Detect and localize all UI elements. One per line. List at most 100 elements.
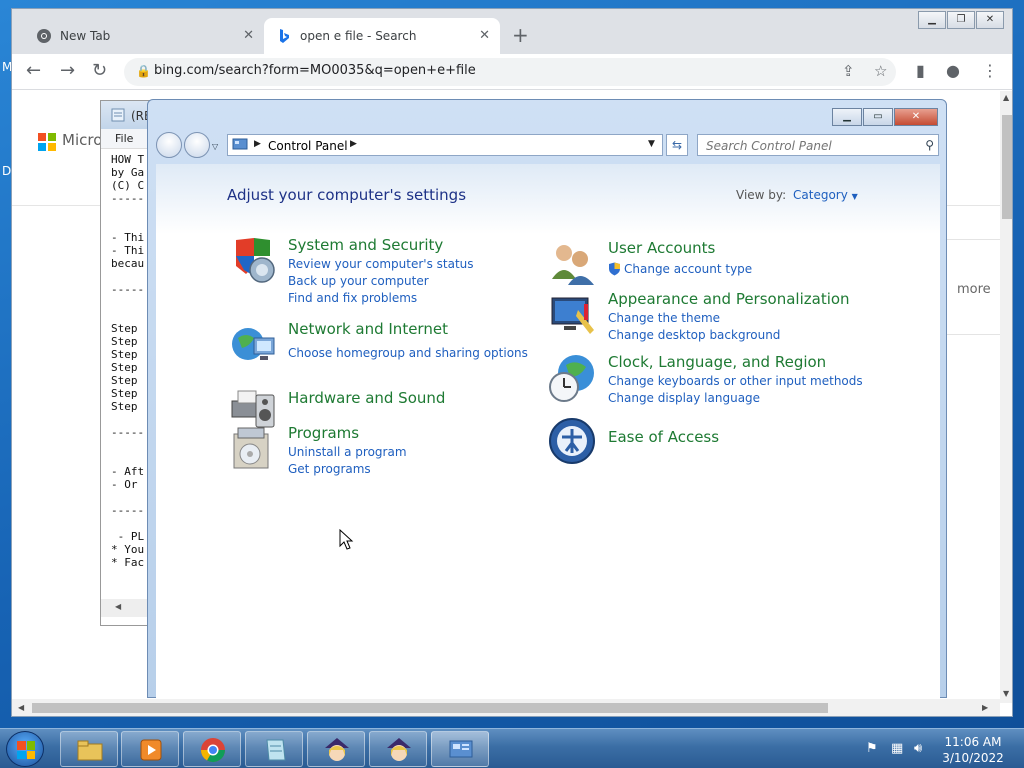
share-icon[interactable]: ⇪ (842, 62, 855, 80)
breadcrumb[interactable]: Control Panel (268, 139, 348, 153)
breadcrumb-arrow-icon[interactable]: ▶ (254, 139, 261, 149)
bing-icon (280, 29, 289, 43)
link-review-status[interactable]: Review your computer's status (288, 257, 474, 271)
programs-box-icon (233, 427, 269, 469)
scroll-left-icon[interactable]: ◀ (18, 703, 24, 712)
address-dropdown-icon[interactable]: ▼ (648, 139, 655, 149)
side-panel-icon[interactable]: ▮ (916, 61, 925, 80)
link-uninstall-program[interactable]: Uninstall a program (288, 445, 407, 459)
category-title[interactable]: Ease of Access (608, 428, 719, 446)
address-bar[interactable]: 🔒 bing.com/search?form=MO0035&q=open+e+f… (124, 58, 896, 86)
restore-button[interactable]: ❐ (947, 11, 975, 29)
tab-search[interactable]: open e file - Search ✕ (264, 18, 500, 54)
scroll-up-icon[interactable]: ▲ (1003, 93, 1009, 102)
close-icon[interactable]: ✕ (479, 28, 490, 43)
more-card[interactable]: more (942, 239, 1000, 335)
view-by-value: Category (793, 188, 848, 202)
view-by-label: View by: (736, 188, 787, 202)
back-arrow-icon[interactable]: ← (26, 60, 41, 81)
minimize-button[interactable]: ▁ (832, 108, 862, 126)
close-button[interactable]: ✕ (976, 11, 1004, 29)
character-avatar-icon (387, 738, 411, 761)
forward-arrow-icon[interactable]: → (60, 60, 75, 81)
close-icon[interactable]: ✕ (243, 28, 254, 43)
network-globe-icon (232, 328, 275, 360)
back-button[interactable] (156, 132, 182, 158)
chrome-icon (37, 29, 51, 43)
taskbar-app-character-2[interactable] (369, 731, 427, 767)
shield-icon (236, 238, 275, 283)
view-by-dropdown[interactable]: Category ▼ (793, 188, 858, 202)
link-change-display-language[interactable]: Change display language (608, 391, 760, 405)
category-title[interactable]: User Accounts (608, 239, 715, 257)
breadcrumb-arrow-icon[interactable]: ▶ (350, 139, 357, 149)
network-icon[interactable]: ▦ (891, 741, 903, 756)
search-box[interactable]: ⚲ (697, 134, 939, 156)
category-title[interactable]: Appearance and Personalization (608, 290, 850, 308)
tab-label: open e file - Search (300, 29, 417, 43)
search-icon[interactable]: ⚲ (925, 138, 934, 152)
notepad-icon (111, 108, 125, 122)
category-title[interactable]: Network and Internet (288, 320, 448, 338)
taskbar-notepad[interactable] (245, 731, 303, 767)
scroll-right-icon[interactable]: ▶ (982, 703, 988, 712)
link-change-desktop-background[interactable]: Change desktop background (608, 328, 780, 342)
category-title[interactable]: Hardware and Sound (288, 389, 445, 407)
refresh-button[interactable]: ⇆ (666, 134, 688, 156)
link-get-programs[interactable]: Get programs (288, 462, 371, 476)
mouse-cursor-icon (339, 529, 354, 550)
scroll-thumb[interactable] (32, 703, 828, 713)
link-change-theme[interactable]: Change the theme (608, 311, 720, 325)
link-find-fix[interactable]: Find and fix problems (288, 291, 417, 305)
monitor-palette-icon (551, 297, 594, 334)
link-change-keyboards[interactable]: Change keyboards or other input methods (608, 374, 863, 388)
clock-date: 3/10/2022 (942, 751, 1004, 765)
profile-avatar-icon[interactable]: ● (946, 61, 960, 80)
link-homegroup[interactable]: Choose homegroup and sharing options (288, 346, 528, 360)
taskbar-media-player[interactable] (121, 731, 179, 767)
taskbar-chrome[interactable] (183, 731, 241, 767)
menu-dots-icon[interactable]: ⋮ (982, 61, 998, 80)
menu-file[interactable]: File (115, 132, 133, 145)
address-bar[interactable]: ▶ Control Panel ▶ ▼ (227, 134, 663, 156)
volume-icon[interactable]: 🔊︎ (914, 741, 922, 756)
forward-button[interactable] (184, 132, 210, 158)
start-button[interactable] (6, 731, 44, 767)
navigation-buttons: ▽ (156, 132, 218, 160)
taskbar-app-character-1[interactable] (307, 731, 365, 767)
link-back-up[interactable]: Back up your computer (288, 274, 429, 288)
maximize-button[interactable]: ▭ (863, 108, 893, 126)
taskbar-control-panel[interactable] (431, 731, 489, 767)
control-panel-icon (449, 740, 473, 758)
taskbar: ⚑ ▦ 🔊︎ 11:06 AM 3/10/2022 (0, 728, 1024, 768)
minimize-button[interactable]: ▁ (918, 11, 946, 29)
action-center-flag-icon[interactable]: ⚑ (866, 741, 878, 756)
category-title[interactable]: Programs (288, 424, 359, 442)
windows-logo-icon (17, 741, 35, 759)
horizontal-scrollbar[interactable]: ◀ ▶ (12, 699, 1000, 716)
link-change-account-type[interactable]: Change account type (624, 262, 752, 276)
recent-pages-chevron-icon[interactable]: ▽ (212, 142, 218, 160)
tab-strip: New Tab ✕ open e file - Search ✕ + ▁ ❐ ✕ (12, 9, 1012, 54)
scroll-thumb[interactable] (1002, 115, 1012, 219)
control-panel-window: ▁ ▭ ✕ ▽ ▶ Control Panel ▶ ▼ ⇆ ⚲ Adjust y… (147, 99, 947, 698)
scroll-left-icon[interactable]: ◀ (115, 602, 121, 611)
new-tab-button[interactable]: + (512, 23, 529, 47)
tab-new-tab[interactable]: New Tab ✕ (24, 18, 264, 54)
scroll-down-icon[interactable]: ▼ (1003, 689, 1009, 698)
url-text: bing.com/search?form=MO0035&q=open+e+fil… (154, 63, 476, 78)
taskbar-explorer[interactable] (60, 731, 118, 767)
vertical-scrollbar[interactable]: ▲ ▼ (1000, 91, 1012, 703)
bookmark-star-icon[interactable]: ☆ (874, 62, 887, 80)
category-title[interactable]: Clock, Language, and Region (608, 353, 826, 371)
uac-shield-icon (609, 262, 620, 276)
search-input[interactable] (704, 137, 914, 155)
close-button[interactable]: ✕ (894, 108, 938, 126)
reload-icon[interactable]: ↻ (92, 60, 107, 81)
notepad-text-area[interactable]: HOW T by Ga (C) C ----- - Thi - Thi beca… (111, 153, 144, 569)
system-clock[interactable]: 11:06 AM 3/10/2022 (938, 734, 1008, 766)
category-title[interactable]: System and Security (288, 236, 443, 254)
control-panel-icon (232, 138, 248, 150)
more-link[interactable]: more (957, 282, 991, 297)
clock-time: 11:06 AM (944, 735, 1002, 749)
